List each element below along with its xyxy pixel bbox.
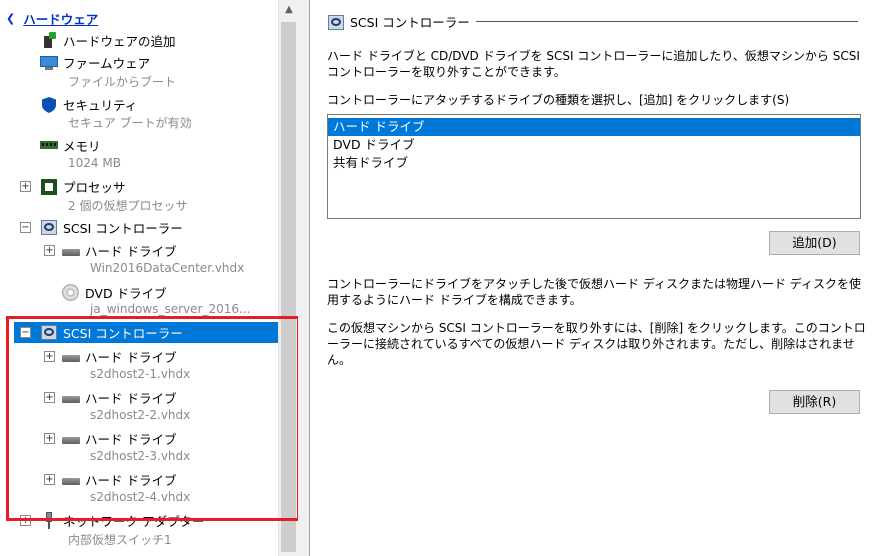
hard-drive-icon	[62, 389, 80, 405]
scroll-up-arrow-icon[interactable]: ▲	[279, 0, 298, 20]
processor-value: 2 個の仮想プロセッサ	[68, 199, 188, 213]
hard-drive-file: s2dhost2-1.vhdx	[90, 367, 191, 381]
hard-drive-file: s2dhost2-4.vhdx	[90, 490, 191, 504]
tree-item-processor[interactable]: プロセッサ	[40, 176, 126, 196]
remove-info-text: この仮想マシンから SCSI コントローラーを取り外すには、[削除] をクリック…	[327, 321, 866, 367]
tree-item-memory[interactable]: メモリ	[40, 135, 101, 155]
group-header: SCSI コントローラー	[327, 12, 470, 31]
hard-drive-file: Win2016DataCenter.vhdx	[90, 261, 245, 275]
attach-info-text: コントローラーにドライブをアタッチした後で仮想ハード ディスクまたは物理ハード …	[327, 277, 861, 307]
dvd-drive-file: ja_windows_server_2016...	[90, 302, 251, 316]
drive-type-list[interactable]: ハード ドライブ DVD ドライブ 共有ドライブ	[327, 114, 861, 219]
list-item-shared-drive[interactable]: 共有ドライブ	[328, 154, 860, 172]
hard-drive-label: ハード ドライブ	[85, 472, 177, 488]
firmware-status: ファイルからブート	[68, 75, 177, 89]
tree-item-scsi-controller-1[interactable]: SCSI コントローラー	[40, 217, 183, 237]
scsi-controller-icon	[40, 324, 58, 340]
hardware-header-label: ハードウェア	[23, 11, 99, 27]
drive-type-prompt: コントローラーにアタッチするドライブの種類を選択し、[追加] をクリックします(…	[327, 93, 790, 107]
network-adapter-label: ネットワーク アダプター	[63, 513, 205, 529]
scsi-controller-2-label: SCSI コントローラー	[63, 325, 183, 341]
expand-network-icon[interactable]: +	[20, 515, 31, 526]
tree-item-network-adapter[interactable]: ネットワーク アダプター	[40, 510, 204, 530]
hard-drive-file: s2dhost2-2.vhdx	[90, 408, 191, 422]
tree-item-hard-drive-3[interactable]: ハード ドライブ	[62, 428, 176, 448]
memory-label: メモリ	[63, 138, 101, 154]
panel-description: ハード ドライブと CD/DVD ドライブを SCSI コントローラーに追加した…	[327, 49, 860, 79]
tree-item-scsi-controller-2[interactable]: SCSI コントローラー	[40, 322, 183, 342]
network-adapter-icon	[40, 512, 58, 529]
memory-icon	[40, 137, 58, 153]
shield-icon	[40, 96, 58, 113]
tree-item-dvd-drive[interactable]: DVD ドライブ	[62, 282, 167, 302]
processor-icon	[40, 178, 58, 195]
collapse-chevron-icon[interactable]: ❮	[6, 12, 15, 25]
list-item-dvd-drive[interactable]: DVD ドライブ	[328, 136, 860, 154]
tree-item-security[interactable]: セキュリティ	[40, 94, 137, 114]
tree-scrollbar[interactable]: ▲	[278, 0, 298, 556]
tree-item-hard-drive-4[interactable]: ハード ドライブ	[62, 469, 176, 489]
add-button[interactable]: 追加(D)	[769, 231, 860, 255]
security-status: セキュア ブートが有効	[68, 116, 192, 130]
hard-drive-icon	[62, 430, 80, 446]
add-hardware-label: ハードウェアの追加	[63, 33, 176, 49]
network-adapter-switch: 内部仮想スイッチ1	[68, 533, 172, 547]
security-label: セキュリティ	[63, 97, 138, 113]
expand-hdd-3-icon[interactable]: +	[44, 433, 55, 444]
hard-drive-label: ハード ドライブ	[85, 431, 177, 447]
scrollbar-thumb[interactable]	[281, 22, 296, 552]
list-item-hard-drive[interactable]: ハード ドライブ	[328, 118, 860, 136]
hardware-section-header[interactable]: ❮ ハードウェア	[6, 8, 98, 28]
pane-splitter[interactable]	[298, 0, 310, 556]
scsi-controller-icon	[327, 14, 345, 30]
expand-hdd-icon[interactable]: +	[44, 245, 55, 256]
details-panel: SCSI コントローラー ハード ドライブと CD/DVD ドライブを SCSI…	[311, 0, 878, 556]
dvd-disc-icon	[62, 284, 80, 301]
remove-button[interactable]: 削除(R)	[769, 390, 860, 414]
tree-item-add-hardware[interactable]: ハードウェアの追加	[40, 30, 176, 50]
processor-label: プロセッサ	[63, 179, 126, 195]
hard-drive-icon	[62, 471, 80, 487]
hard-drive-label: ハード ドライブ	[85, 390, 177, 406]
dvd-drive-label: DVD ドライブ	[85, 285, 167, 301]
expand-hdd-1-icon[interactable]: +	[44, 351, 55, 362]
firmware-label: ファームウェア	[63, 55, 151, 71]
hard-drive-icon	[62, 242, 80, 258]
scsi-controller-icon	[40, 219, 58, 235]
expand-processor-icon[interactable]: +	[20, 181, 31, 192]
collapse-scsi1-icon[interactable]: −	[20, 222, 31, 233]
hard-drive-label: ハード ドライブ	[85, 243, 177, 259]
add-hardware-icon	[40, 32, 58, 48]
tree-item-scsi1-hard-drive[interactable]: ハード ドライブ	[62, 240, 176, 260]
group-divider	[476, 21, 858, 22]
tree-item-hard-drive-2[interactable]: ハード ドライブ	[62, 387, 176, 407]
tree-item-firmware[interactable]: ファームウェア	[40, 52, 150, 72]
scsi-controller-1-label: SCSI コントローラー	[63, 220, 183, 236]
hard-drive-file: s2dhost2-3.vhdx	[90, 449, 191, 463]
expand-hdd-2-icon[interactable]: +	[44, 392, 55, 403]
panel-title: SCSI コントローラー	[350, 15, 470, 30]
collapse-scsi2-icon[interactable]: −	[20, 327, 31, 338]
hard-drive-icon	[62, 348, 80, 364]
hard-drive-label: ハード ドライブ	[85, 349, 177, 365]
expand-hdd-4-icon[interactable]: +	[44, 474, 55, 485]
settings-tree: ❮ ハードウェア ハードウェアの追加 ファームウェア ファイルからブート セキュ…	[0, 0, 298, 556]
memory-value: 1024 MB	[68, 156, 121, 170]
firmware-icon	[40, 54, 58, 70]
tree-item-hard-drive-1[interactable]: ハード ドライブ	[62, 346, 176, 366]
